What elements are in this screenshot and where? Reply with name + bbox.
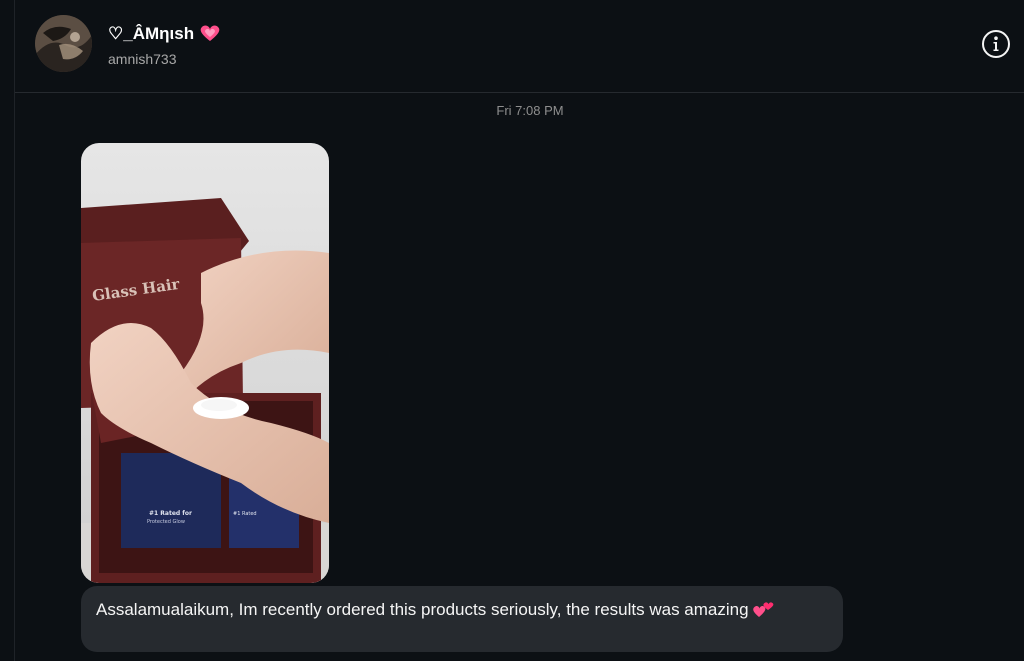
info-button[interactable] [981, 29, 1011, 59]
avatar-photo [35, 15, 92, 72]
product-photo: Glass Hair #1 Rated for Protected Glow #… [81, 143, 329, 583]
pink-heart-icon [199, 24, 221, 42]
two-hearts-icon [753, 600, 775, 618]
message-timestamp: Fri 7:08 PM [496, 103, 564, 118]
username: amnish733 [108, 51, 177, 67]
message-bubble[interactable]: Assalamualaikum, Im recently ordered thi… [81, 586, 843, 652]
chat-window: ♡_ÂΜηιsh amnish733 Fri 7:08 PM Glass Hai… [0, 0, 1024, 661]
svg-text:Protected Glow: Protected Glow [147, 519, 185, 525]
display-name-text: ♡_ÂΜηιsh [108, 24, 195, 43]
info-circle-icon [982, 30, 1010, 58]
left-rail [0, 0, 15, 661]
svg-text:#1 Rated for: #1 Rated for [149, 510, 192, 517]
svg-text:#1 Rated: #1 Rated [233, 511, 257, 517]
chat-header: ♡_ÂΜηιsh amnish733 [15, 0, 1024, 93]
photo-message[interactable]: Glass Hair #1 Rated for Protected Glow #… [81, 143, 329, 583]
message-text: Assalamualaikum, Im recently ordered thi… [96, 600, 749, 619]
display-name[interactable]: ♡_ÂΜηιsh [108, 24, 221, 44]
profile-avatar[interactable] [35, 15, 92, 72]
